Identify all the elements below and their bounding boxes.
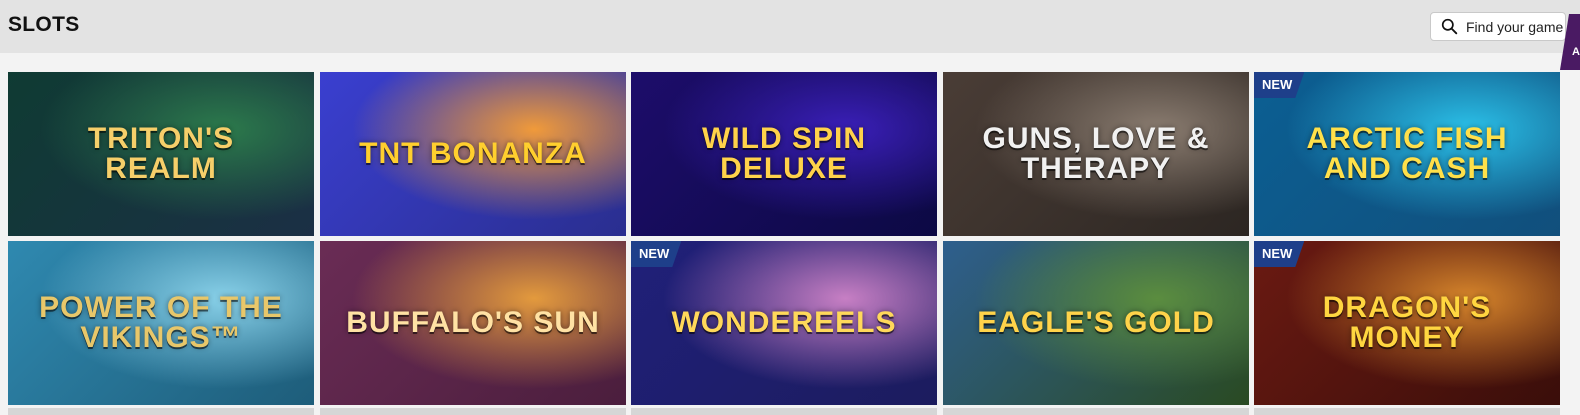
game-title: GUNS, LOVE & THERAPY xyxy=(982,122,1210,185)
game-tile[interactable]: WondeReels NEW xyxy=(631,241,937,405)
page-header: SLOTS Find your game xyxy=(0,0,1580,53)
game-tile[interactable]: WILD Spin Deluxe xyxy=(631,72,937,236)
game-tile[interactable]: BUFFALO'S SUN xyxy=(320,241,626,405)
game-tile[interactable]: ARCTIC FISH AND CASH NEW xyxy=(1254,72,1560,236)
game-title: ARCTIC FISH AND CASH xyxy=(1306,122,1508,185)
game-tile-next-row[interactable] xyxy=(1254,408,1560,415)
game-tile-next-row[interactable] xyxy=(320,408,626,415)
game-title: TRITON'S REALM xyxy=(87,122,235,185)
game-title: WILD Spin Deluxe xyxy=(702,122,866,185)
game-title: TNT BONANZA xyxy=(359,137,587,170)
game-tile[interactable]: TRITON'S REALM xyxy=(8,72,314,236)
game-title: POWER OF THE VIKINGS™ xyxy=(39,291,283,354)
game-title: DRAGON'S MONEY xyxy=(1322,291,1492,354)
game-title: WondeReels xyxy=(671,306,897,339)
page-title: SLOTS xyxy=(8,13,80,36)
game-tile-next-row[interactable] xyxy=(8,408,314,415)
game-title: BUFFALO'S SUN xyxy=(346,306,600,339)
search-placeholder: Find your game xyxy=(1466,18,1564,35)
game-tile[interactable]: DRAGON'S MONEY NEW xyxy=(1254,241,1560,405)
game-tile[interactable]: EAGLE'S GOLD xyxy=(943,241,1249,405)
game-tile-next-row[interactable] xyxy=(631,408,937,415)
game-tile[interactable]: TNT BONANZA xyxy=(320,72,626,236)
game-tile[interactable]: POWER OF THE VIKINGS™ xyxy=(8,241,314,405)
search-input[interactable]: Find your game xyxy=(1430,12,1566,41)
search-icon xyxy=(1441,18,1458,35)
side-promo-label: A xyxy=(1572,46,1580,58)
game-tile-next-row[interactable] xyxy=(943,408,1249,415)
game-tile[interactable]: GUNS, LOVE & THERAPY xyxy=(943,72,1249,236)
game-title: EAGLE'S GOLD xyxy=(977,306,1215,339)
